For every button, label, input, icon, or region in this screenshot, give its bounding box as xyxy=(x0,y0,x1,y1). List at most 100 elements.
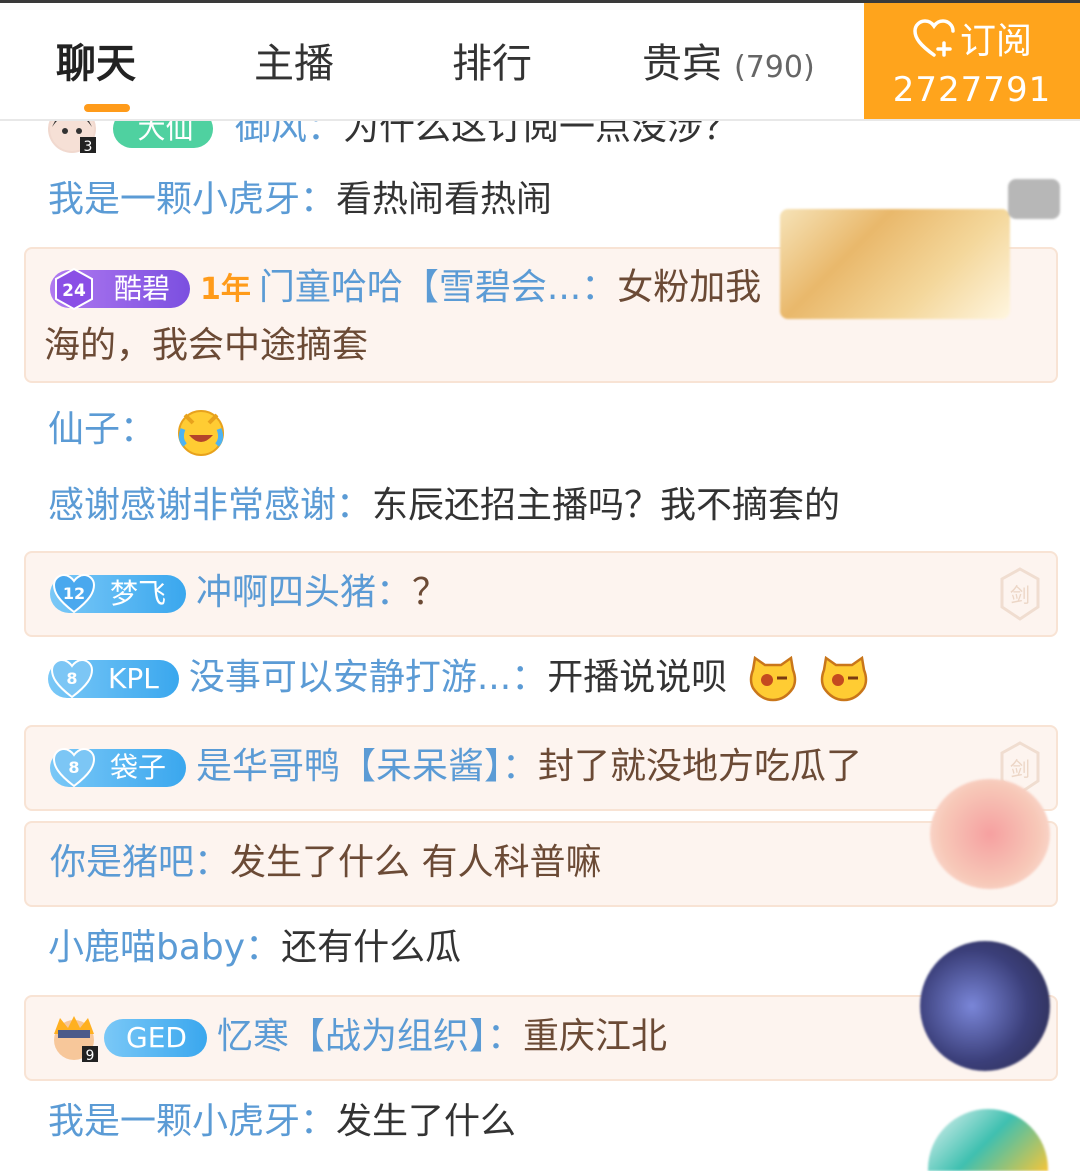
chat-message: 小鹿喵baby：还有什么瓜 xyxy=(48,925,461,971)
message-text: 为什么这订阅一点没涉？ xyxy=(342,119,739,148)
badge-label: 酷碧 xyxy=(114,272,171,305)
separator: ： xyxy=(120,409,157,450)
tab-chat[interactable]: 聊天 xyxy=(56,39,136,89)
message-text: 东辰还招主播吗？我不摘套的 xyxy=(372,485,841,526)
separator: ： xyxy=(581,267,618,308)
fan-badge: 12 梦飞 xyxy=(50,573,187,614)
tab-ranking[interactable]: 排行 xyxy=(452,39,532,89)
fan-badge: 大仙 xyxy=(113,119,214,148)
svg-text:24: 24 xyxy=(62,281,86,301)
message-line: 12 梦飞 冲啊四头猪：？ xyxy=(50,570,448,616)
subscribe-label: 订阅 xyxy=(959,21,1032,62)
username[interactable]: 是华哥鸭【呆呆酱】 xyxy=(196,746,502,787)
chat-message: 8 KPL 没事可以安静打游...：开播说说呗 xyxy=(48,655,870,702)
svg-text:3: 3 xyxy=(84,139,93,153)
separator: ： xyxy=(245,927,282,968)
subscribe-button[interactable]: 订阅 2727791 xyxy=(864,3,1080,119)
blurred-sticker xyxy=(928,1109,1048,1171)
avatar: 9 xyxy=(50,1014,98,1064)
highlighted-message: 8 袋子 是华哥鸭【呆呆酱】：封了就没地方吃瓜了 剑 xyxy=(24,725,1058,811)
tab-bar: 聊天 主播 排行 贵宾 (790) 订阅 2727791 xyxy=(0,3,1080,121)
tab-label: 贵宾 xyxy=(642,41,722,87)
highlighted-message: 12 梦飞 冲啊四头猪：？ 剑 xyxy=(24,551,1058,637)
chat-message: 我是一颗小虎牙：发生了什么 xyxy=(48,1099,516,1145)
message-text: 开播说说呗 xyxy=(547,657,728,698)
message-line: 24 酷碧 1年 门童哈哈【雪碧会...：女粉加我 xyxy=(50,265,761,313)
username[interactable]: 门童哈哈【雪碧会... xyxy=(259,267,581,308)
fan-badge: 24 酷碧 xyxy=(50,267,191,311)
separator: ： xyxy=(306,119,343,148)
message-text: 还有什么瓜 xyxy=(281,927,462,968)
message-text-continued: 海的，我会中途摘套 xyxy=(44,325,369,366)
tab-label: 主播 xyxy=(254,41,334,87)
tab-streamer[interactable]: 主播 xyxy=(254,39,334,89)
active-tab-indicator xyxy=(84,104,130,112)
blurred-sticker xyxy=(780,209,1010,319)
message-line: 9 GED 忆寒【战为组织】：重庆江北 xyxy=(50,1014,667,1064)
year-mark: 1年 xyxy=(200,272,251,307)
username[interactable]: 小鹿喵baby xyxy=(48,927,245,968)
username[interactable]: 仙子 xyxy=(48,409,120,450)
svg-text:剑: 剑 xyxy=(1010,583,1030,607)
tab-label: 排行 xyxy=(452,41,532,87)
separator: ： xyxy=(376,572,413,613)
highlighted-message: 9 GED 忆寒【战为组织】：重庆江北 xyxy=(24,995,1058,1081)
chat-list[interactable]: 3 大仙 御风：为什么这订阅一点没涉？ 我是一颗小虎牙：看热闹看热闹 24 酷碧… xyxy=(0,119,1080,1171)
blurred-sticker xyxy=(930,779,1050,889)
separator: ： xyxy=(502,746,539,787)
heart-level-icon: 8 xyxy=(50,658,94,699)
blurred-sticker xyxy=(1008,179,1060,219)
fan-badge: GED xyxy=(104,1019,207,1057)
separator: ： xyxy=(300,1101,337,1142)
username[interactable]: 御风 xyxy=(235,119,307,148)
separator: ： xyxy=(300,179,337,220)
chat-message: 仙子： xyxy=(48,405,227,457)
username[interactable]: 忆寒【战为组织】 xyxy=(217,1016,487,1057)
chat-message: 我是一颗小虎牙：看热闹看热闹 xyxy=(48,177,552,223)
blurred-sticker xyxy=(920,941,1050,1071)
badge-label: 梦飞 xyxy=(110,577,167,610)
vip-count: (790) xyxy=(734,50,815,85)
badge-label: 袋子 xyxy=(110,751,167,784)
heart-level-icon: 12 xyxy=(52,573,96,614)
highlighted-message: 你是猪吧：发生了什么 有人科普嘛 xyxy=(24,821,1058,907)
cat-emoji-icon xyxy=(820,656,868,702)
message-text: 发生了什么 有人科普嘛 xyxy=(230,842,602,883)
message-text: 发生了什么 xyxy=(336,1101,517,1142)
username[interactable]: 没事可以安静打游... xyxy=(189,657,511,698)
tab-label: 聊天 xyxy=(56,41,136,87)
svg-text:8: 8 xyxy=(66,669,77,688)
message-text: 女粉加我 xyxy=(617,267,762,308)
subscriber-count: 2727791 xyxy=(892,70,1052,110)
separator: ： xyxy=(194,842,231,883)
laugh-cry-emoji-icon xyxy=(178,410,225,456)
chat-message: 3 大仙 御风：为什么这订阅一点没涉？ xyxy=(48,119,739,155)
tab-vip[interactable]: 贵宾 (790) xyxy=(642,39,815,93)
username[interactable]: 冲啊四头猪 xyxy=(196,572,376,613)
svg-text:8: 8 xyxy=(68,758,79,777)
separator: ： xyxy=(486,1016,523,1057)
message-line: 你是猪吧：发生了什么 有人科普嘛 xyxy=(50,840,601,886)
svg-text:剑: 剑 xyxy=(1010,757,1030,781)
cat-emoji-icon xyxy=(749,656,796,702)
username[interactable]: 我是一颗小虎牙 xyxy=(48,179,300,220)
separator: ： xyxy=(336,485,373,526)
message-text: 重庆江北 xyxy=(522,1016,667,1057)
sword-rank-icon: 剑 xyxy=(1000,567,1040,621)
message-text: ？ xyxy=(412,572,449,613)
message-line: 8 袋子 是华哥鸭【呆呆酱】：封了就没地方吃瓜了 xyxy=(50,744,862,790)
fan-badge: 8 袋子 xyxy=(50,747,187,788)
message-text: 封了就没地方吃瓜了 xyxy=(538,746,863,787)
username[interactable]: 我是一颗小虎牙 xyxy=(48,1101,300,1142)
level-badge-icon: 24 xyxy=(55,267,93,311)
heart-plus-icon xyxy=(913,19,955,57)
heart-level-icon: 8 xyxy=(52,747,96,788)
separator: ： xyxy=(511,657,548,698)
fan-badge: 8 KPL xyxy=(48,658,179,699)
message-text: 看热闹看热闹 xyxy=(336,179,553,220)
avatar: 3 xyxy=(48,119,96,155)
username[interactable]: 感谢感谢非常感谢 xyxy=(48,485,336,526)
svg-text:9: 9 xyxy=(86,1048,95,1062)
svg-text:12: 12 xyxy=(63,584,85,603)
username[interactable]: 你是猪吧 xyxy=(50,842,194,883)
